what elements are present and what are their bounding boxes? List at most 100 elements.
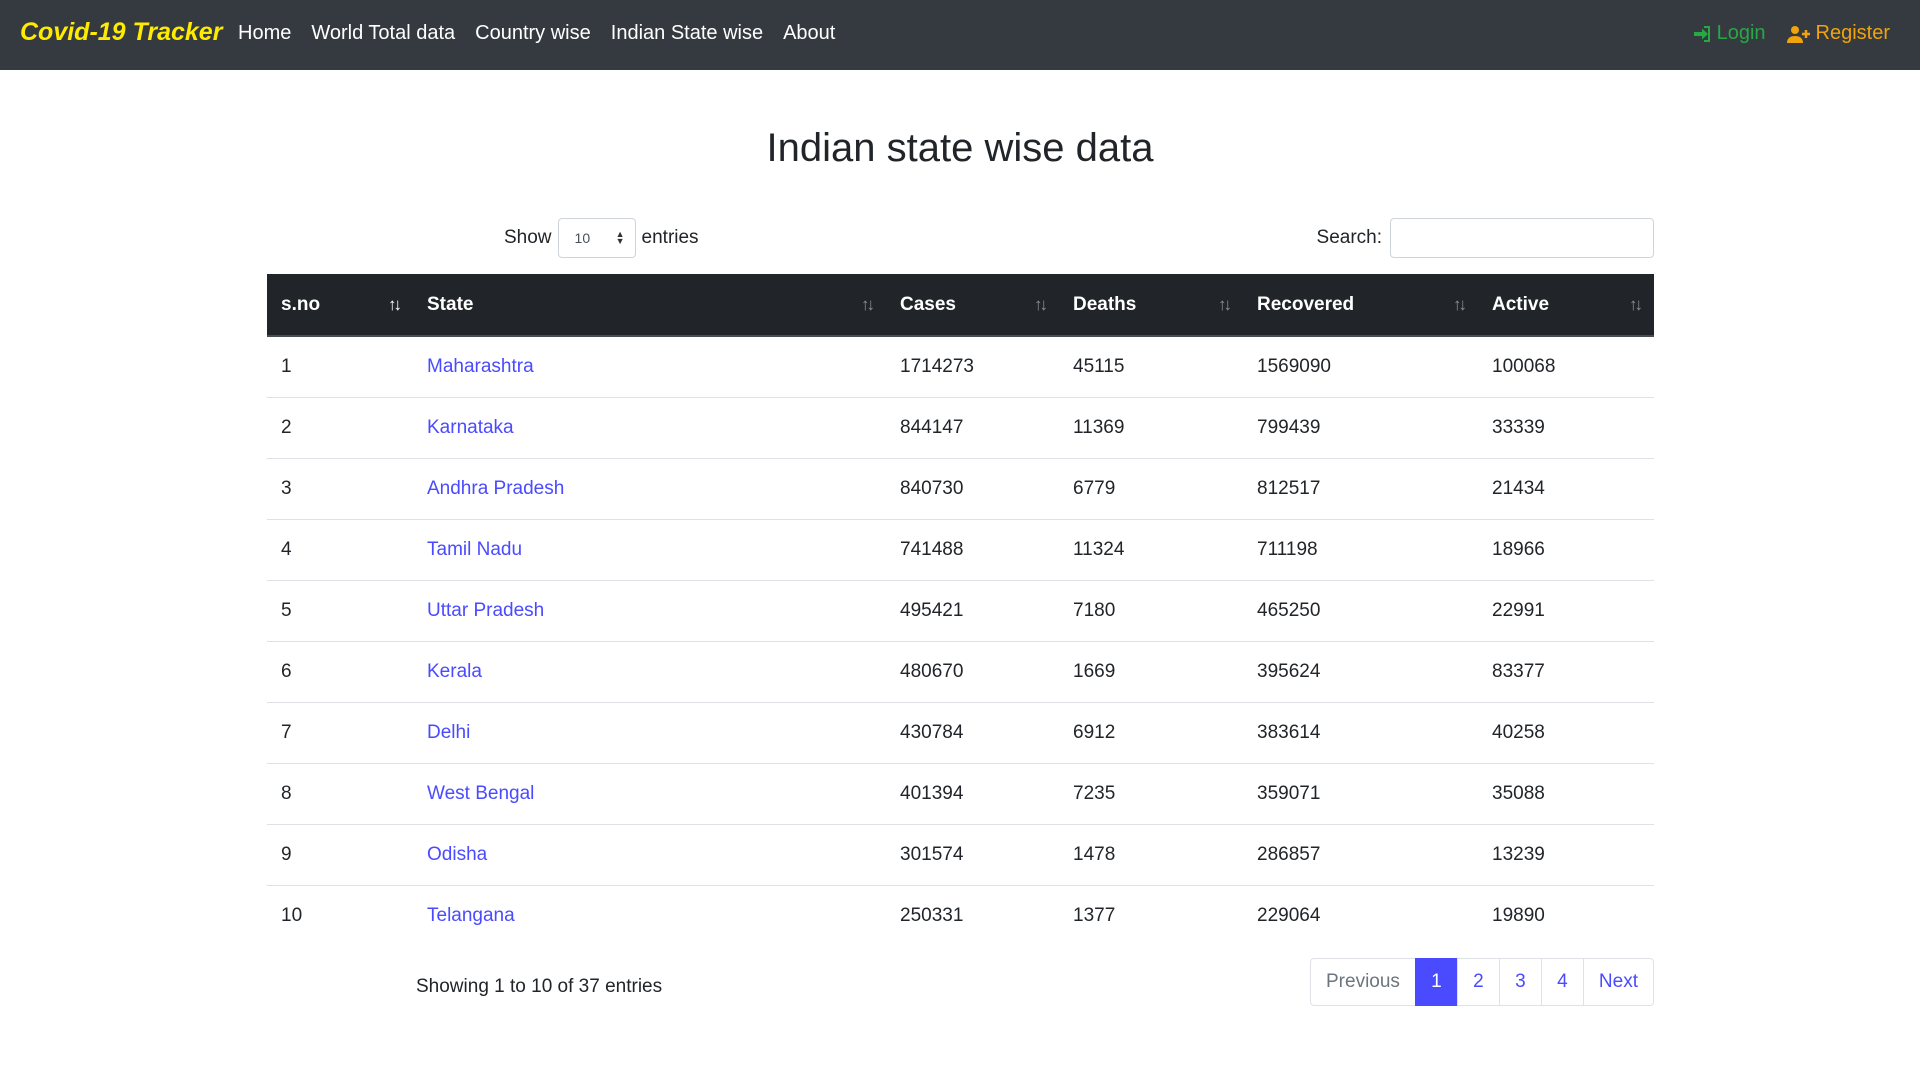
cell-cases: 250331	[886, 884, 1059, 946]
entries-select[interactable]: 10 ▲ ▼	[557, 218, 636, 258]
sort-icon: ↑↓	[1218, 294, 1232, 314]
cell-deaths: 1669	[1059, 640, 1243, 702]
pagination: Previous 1 2 3 4 Next	[1310, 958, 1654, 1006]
column-header-state[interactable]: State ↑↓	[413, 274, 886, 337]
cell-sno: 4	[267, 518, 413, 580]
sort-icon: ↑↓	[861, 294, 875, 314]
cell-cases: 495421	[886, 579, 1059, 641]
register-link[interactable]: Register	[1786, 22, 1890, 45]
cell-active: 83377	[1478, 640, 1654, 702]
sign-in-icon	[1693, 25, 1711, 43]
state-link[interactable]: Andhra Pradesh	[427, 478, 564, 499]
entries-label: entries	[641, 227, 699, 248]
register-label: Register	[1815, 22, 1890, 44]
sort-icon: ↑↓	[1034, 294, 1048, 314]
cell-recovered: 465250	[1243, 579, 1478, 641]
cell-active: 13239	[1478, 823, 1654, 885]
navbar: Covid-19 Tracker Home World Total data C…	[0, 0, 1920, 70]
cell-sno: 7	[267, 701, 413, 763]
previous-button[interactable]: Previous	[1310, 958, 1416, 1006]
column-header-sno[interactable]: s.no ↑↓	[267, 274, 413, 337]
state-link[interactable]: Maharashtra	[427, 356, 534, 377]
column-header-label: State	[427, 293, 474, 315]
cell-cases: 741488	[886, 518, 1059, 580]
next-button[interactable]: Next	[1582, 958, 1654, 1006]
page-button-4[interactable]: 4	[1540, 958, 1584, 1006]
nav-world-total[interactable]: World Total data	[311, 22, 455, 45]
cell-deaths: 1377	[1059, 884, 1243, 946]
page-button-3[interactable]: 3	[1498, 958, 1542, 1006]
state-link[interactable]: Telangana	[427, 905, 515, 926]
cell-state: Telangana	[413, 884, 886, 946]
cell-recovered: 799439	[1243, 396, 1478, 458]
sort-icon: ↑↓	[1629, 294, 1643, 314]
state-data-table: s.no ↑↓ State ↑↓ Cases ↑↓ Deaths ↑↓ Reco…	[267, 274, 1654, 946]
select-arrows-icon: ▲ ▼	[615, 229, 625, 246]
cell-sno: 1	[281, 355, 292, 377]
state-link[interactable]: Odisha	[427, 844, 487, 865]
page-button-1[interactable]: 1	[1414, 958, 1458, 1006]
table-row: 6 Kerala 480670 1669 395624 83377	[267, 640, 1654, 702]
cell-recovered: 286857	[1243, 823, 1478, 885]
table-row: 5 Uttar Pradesh 495421 7180 465250 22991	[267, 579, 1654, 641]
table-row: 4 Tamil Nadu 741488 11324 711198 18966	[267, 518, 1654, 580]
login-link[interactable]: Login	[1693, 22, 1766, 45]
sort-icon: ↑↓	[388, 294, 402, 314]
cell-deaths: 6912	[1059, 701, 1243, 763]
nav-indian-state-wise[interactable]: Indian State wise	[611, 22, 763, 45]
cell-deaths: 6779	[1059, 457, 1243, 519]
cell-state: Uttar Pradesh	[413, 579, 886, 641]
nav-country-wise[interactable]: Country wise	[475, 22, 591, 45]
cell-sno: 2	[267, 396, 413, 458]
cell-recovered: 359071	[1243, 762, 1478, 824]
cell-state: Tamil Nadu	[413, 518, 886, 580]
cell-recovered: 395624	[1243, 640, 1478, 702]
search-input[interactable]	[1390, 218, 1654, 258]
cell-deaths: 11369	[1059, 396, 1243, 458]
auth-links: Login Register	[1693, 22, 1890, 45]
state-link[interactable]: Kerala	[427, 661, 482, 682]
nav-about[interactable]: About	[783, 22, 835, 45]
cell-sno: 3	[267, 457, 413, 519]
cell-cases: 401394	[886, 762, 1059, 824]
column-header-active[interactable]: Active ↑↓	[1478, 274, 1654, 337]
search-control: Search:	[1317, 218, 1654, 258]
state-link[interactable]: Karnataka	[427, 417, 514, 438]
sort-icon: ↑↓	[1453, 294, 1467, 314]
table-row: 9 Odisha 301574 1478 286857 13239	[267, 823, 1654, 885]
cell-state: Delhi	[413, 701, 886, 763]
cell-recovered: 229064	[1243, 884, 1478, 946]
nav-home[interactable]: Home	[238, 22, 291, 45]
brand-logo[interactable]: Covid-19 Tracker	[20, 18, 222, 47]
cell-deaths: 45115	[1073, 355, 1125, 377]
show-label: Show	[504, 227, 552, 248]
state-link[interactable]: West Bengal	[427, 783, 534, 804]
cell-deaths: 11324	[1059, 518, 1243, 580]
cell-recovered: 383614	[1243, 701, 1478, 763]
nav-links: Home World Total data Country wise India…	[238, 22, 835, 45]
page-button-2[interactable]: 2	[1456, 958, 1500, 1006]
table-row: 8 West Bengal 401394 7235 359071 35088	[267, 762, 1654, 824]
column-header-cases[interactable]: Cases ↑↓	[886, 274, 1059, 337]
column-header-deaths[interactable]: Deaths ↑↓	[1059, 274, 1243, 337]
cell-recovered: 812517	[1243, 457, 1478, 519]
column-header-label: Cases	[900, 293, 956, 315]
table-info: Showing 1 to 10 of 37 entries	[416, 976, 663, 997]
state-link[interactable]: Uttar Pradesh	[427, 600, 544, 621]
table-row: 3 Andhra Pradesh 840730 6779 812517 2143…	[267, 457, 1654, 519]
cell-state: Odisha	[413, 823, 886, 885]
cell-cases: 844147	[886, 396, 1059, 458]
column-header-recovered[interactable]: Recovered ↑↓	[1243, 274, 1478, 337]
column-header-label: Deaths	[1073, 293, 1137, 315]
cell-active: 40258	[1478, 701, 1654, 763]
cell-sno: 8	[267, 762, 413, 824]
entries-length-control: Show 10 ▲ ▼ entries	[504, 218, 699, 258]
state-link[interactable]: Tamil Nadu	[427, 539, 522, 560]
column-header-label: s.no	[281, 293, 321, 315]
user-plus-icon	[1786, 25, 1810, 43]
cell-active: 22991	[1478, 579, 1654, 641]
state-link[interactable]: Delhi	[427, 722, 470, 743]
cell-deaths: 1478	[1059, 823, 1243, 885]
cell-active: 19890	[1478, 884, 1654, 946]
cell-sno: 5	[267, 579, 413, 641]
